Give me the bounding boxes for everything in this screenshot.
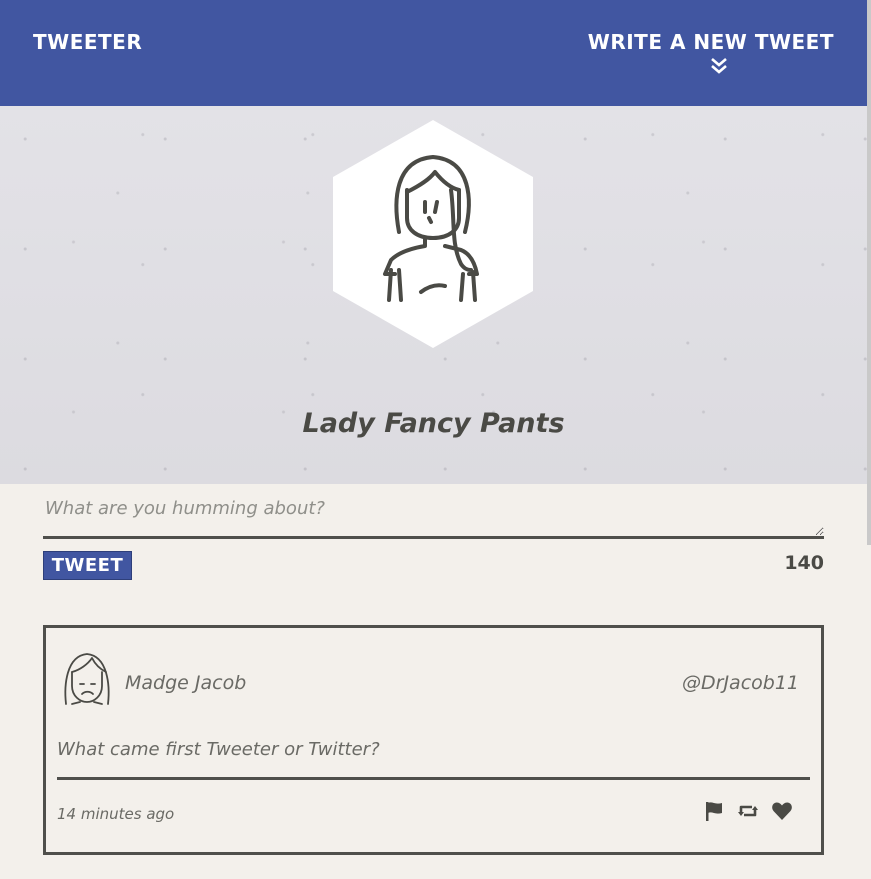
tweet-author-handle[interactable]: @DrJacob11 [682,672,799,694]
woman-avatar-icon [333,120,533,348]
double-chevron-down-icon [711,58,727,74]
heart-icon[interactable] [771,800,793,822]
woman-avatar-icon [64,653,110,705]
brand-logo[interactable]: TWEETER [33,30,142,54]
top-nav: TWEETER WRITE A NEW TWEET [0,0,867,106]
tweet-card: Madge Jacob @DrJacob11 What came first T… [43,625,824,855]
profile-header: Lady Fancy Pants [0,106,867,484]
tweet-author-name[interactable]: Madge Jacob [125,672,246,694]
page-scrollbar[interactable] [867,0,871,545]
profile-name: Lady Fancy Pants [302,408,565,439]
tweet-actions [703,800,793,826]
tweet-timestamp: 14 minutes ago [57,805,175,823]
write-new-tweet-label: WRITE A NEW TWEET [587,30,834,54]
tweet-submit-button[interactable]: TWEET [43,551,132,580]
retweet-icon[interactable] [737,800,759,822]
flag-icon[interactable] [703,800,725,822]
tweet-text: What came first Tweeter or Twitter? [57,739,380,760]
tweet-compose-input[interactable] [43,488,824,539]
character-counter: 140 [784,552,824,574]
write-new-tweet-toggle[interactable]: WRITE A NEW TWEET [588,30,834,80]
tweet-divider [57,777,810,780]
